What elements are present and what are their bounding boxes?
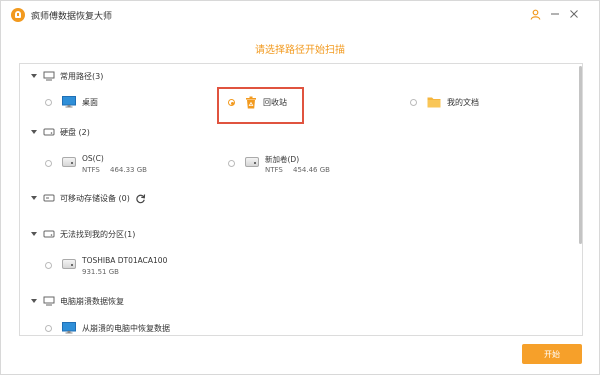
hard-disk-icon xyxy=(43,230,55,238)
app-window: 疯师傅数据恢复大师 请选择路径开始扫描 常用路径(3) 桌面 回收站 我的文档 xyxy=(0,0,600,375)
radio-drive-toshiba[interactable] xyxy=(45,262,52,269)
minimize-icon[interactable] xyxy=(548,7,562,21)
close-icon[interactable] xyxy=(567,7,581,21)
path-item-desktop[interactable]: 桌面 xyxy=(45,96,98,108)
section-removable-devices[interactable]: 可移动存储设备 (0) xyxy=(31,191,146,205)
section-label: 硬盘 (2) xyxy=(60,127,90,137)
chevron-down-icon[interactable] xyxy=(31,74,37,78)
usb-drive-icon xyxy=(43,194,55,202)
path-label: 从崩溃的电脑中恢复数据 xyxy=(82,323,170,333)
user-icon[interactable] xyxy=(528,7,542,21)
drive-icon xyxy=(62,157,76,167)
refresh-icon[interactable] xyxy=(135,193,146,204)
path-label: 桌面 xyxy=(82,97,98,107)
computer-icon xyxy=(43,71,55,81)
drive-item-new-volume[interactable]: 新加卷(D) NTFS 454.46 GB xyxy=(228,154,330,174)
monitor-icon xyxy=(62,96,76,108)
section-crash-recovery[interactable]: 电脑崩溃数据恢复 xyxy=(31,294,124,308)
chevron-down-icon[interactable] xyxy=(31,196,37,200)
drive-icon xyxy=(62,259,76,269)
section-label: 电脑崩溃数据恢复 xyxy=(60,296,124,306)
selection-highlight xyxy=(217,87,304,124)
scroll-thumb[interactable] xyxy=(579,66,582,244)
section-common-paths[interactable]: 常用路径(3) xyxy=(31,69,103,83)
chevron-down-icon[interactable] xyxy=(31,232,37,236)
drive-filesystem: NTFS xyxy=(265,166,283,174)
drive-size: 464.33 GB xyxy=(110,166,147,174)
drive-name: 新加卷(D) xyxy=(265,155,300,164)
section-label: 可移动存储设备 (0) xyxy=(60,193,130,203)
computer-icon xyxy=(43,296,55,306)
app-logo-icon xyxy=(11,8,25,22)
hard-disk-icon xyxy=(43,128,55,136)
chevron-down-icon[interactable] xyxy=(31,130,37,134)
scrollbar[interactable] xyxy=(579,64,583,335)
radio-drive-os[interactable] xyxy=(45,160,52,167)
section-label: 无法找到我的分区(1) xyxy=(60,229,136,239)
section-hard-disks[interactable]: 硬盘 (2) xyxy=(31,125,90,139)
path-label: 我的文档 xyxy=(447,97,479,107)
start-button[interactable]: 开始 xyxy=(522,344,582,364)
radio-crash-recovery[interactable] xyxy=(45,324,52,332)
path-item-crash-recovery[interactable]: 从崩溃的电脑中恢复数据 xyxy=(45,322,170,334)
section-lost-partitions[interactable]: 无法找到我的分区(1) xyxy=(31,227,135,241)
chevron-down-icon[interactable] xyxy=(31,299,37,303)
page-title: 请选择路径开始扫描 xyxy=(255,45,345,56)
radio-desktop[interactable] xyxy=(45,98,52,106)
drive-icon xyxy=(245,157,259,167)
drive-size: 454.46 GB xyxy=(293,166,330,174)
folder-icon xyxy=(427,97,441,108)
drive-item-toshiba[interactable]: TOSHIBA DT01ACA100 931.51 GB xyxy=(45,256,167,276)
radio-my-documents[interactable] xyxy=(410,98,417,106)
monitor-icon xyxy=(62,322,76,334)
drive-name: TOSHIBA DT01ACA100 xyxy=(82,256,168,265)
app-title: 疯师傅数据恢复大师 xyxy=(31,12,113,22)
drive-name: OS(C) xyxy=(82,154,104,163)
drive-item-os[interactable]: OS(C) NTFS 464.33 GB xyxy=(45,154,147,174)
path-item-my-documents[interactable]: 我的文档 xyxy=(410,96,479,108)
drive-filesystem: NTFS xyxy=(82,166,100,174)
radio-drive-new-volume[interactable] xyxy=(228,160,235,167)
drive-size: 931.51 GB xyxy=(82,268,119,276)
title-bar: 疯师傅数据恢复大师 xyxy=(1,1,599,29)
section-label: 常用路径(3) xyxy=(60,71,104,81)
